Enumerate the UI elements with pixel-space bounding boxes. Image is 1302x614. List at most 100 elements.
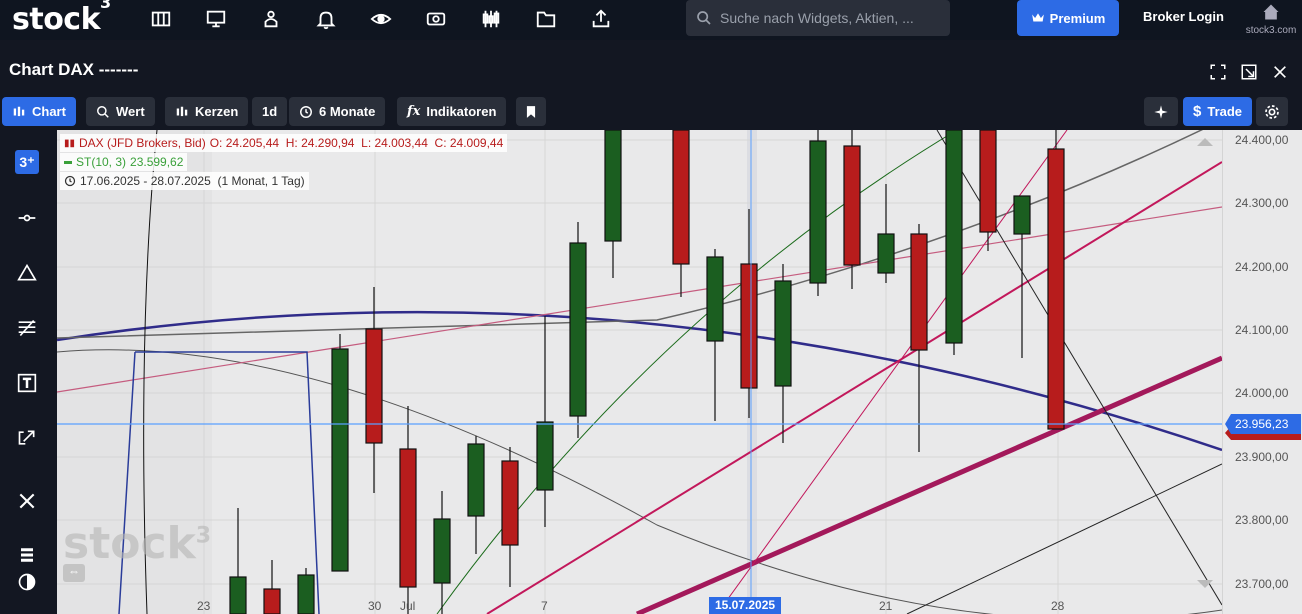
candlestick-icon[interactable] [476, 6, 506, 32]
gear-icon [1265, 104, 1279, 119]
candle-body [740, 263, 758, 389]
text-tool-icon[interactable] [14, 370, 40, 396]
premium-button[interactable]: Premium [1017, 0, 1119, 36]
candlestick-icon [176, 106, 188, 116]
x-tick-label: 21 [879, 599, 893, 613]
chart-toolbar: Chart Wert Kerzen 1d 6 Monate fx Indikat… [0, 97, 1302, 127]
x-tick-label: 28 [1051, 599, 1065, 613]
value-search-button[interactable]: Wert [86, 97, 155, 126]
range-button[interactable]: 6 Monate [289, 97, 386, 126]
stock3-watermark: stock3 [63, 518, 212, 569]
house-icon [1263, 4, 1279, 20]
pink-trendline [57, 206, 1222, 393]
current-price-label: 23.956,23 [1225, 414, 1301, 434]
tools-icon[interactable] [14, 488, 40, 514]
scroll-up-icon[interactable] [1197, 138, 1213, 146]
chart-type-button[interactable]: Kerzen [165, 97, 249, 126]
arrow-annotation-icon[interactable] [14, 425, 40, 451]
share-icon[interactable] [586, 6, 616, 32]
clock-icon [300, 105, 312, 118]
settings-button[interactable] [1256, 97, 1288, 126]
fib-lines-icon[interactable] [14, 315, 40, 341]
expand-arrows-icon[interactable]: ⇔ [63, 564, 85, 582]
user-profile-icon[interactable] [256, 6, 286, 32]
trade-label: Trade [1207, 104, 1243, 119]
candle-body [979, 130, 997, 233]
close-icon[interactable] [1270, 62, 1290, 82]
price-grid [57, 130, 1222, 614]
candle-body [774, 280, 792, 387]
crown-icon [1031, 13, 1044, 22]
candle-body [672, 130, 690, 265]
search-icon [697, 11, 711, 25]
candle-body [229, 576, 247, 614]
layout-columns-icon[interactable] [146, 6, 176, 32]
candle-body [365, 328, 383, 444]
price-tick-label: 24.100,00 [1235, 323, 1289, 337]
interval-label: 1d [262, 104, 278, 119]
stock3-tool-icon[interactable]: 3⁺ [15, 150, 39, 174]
clock-icon [64, 175, 76, 187]
brand-site-label: stock3.com [1245, 25, 1297, 36]
price-chart[interactable] [57, 130, 1222, 614]
search-icon [97, 105, 109, 118]
gray-arc-line [57, 349, 1222, 614]
legend-indicator-value: 23.599,62 [130, 155, 184, 169]
chart-canvas[interactable]: stock3 ⇔ ▮▮ DAX (JFD Brokers, Bid) O: 24… [57, 130, 1222, 614]
price-axis[interactable]: 24.400,00 24.300,00 24.200,00 24.100,00 … [1222, 130, 1302, 614]
triangle-icon[interactable] [14, 260, 40, 286]
horizontal-line-icon[interactable] [14, 205, 40, 231]
candle-body [536, 421, 554, 491]
range-label: 6 Monate [319, 104, 376, 119]
candle-body [706, 256, 724, 342]
trade-button[interactable]: $ Trade [1183, 97, 1253, 126]
bookmark-button[interactable] [516, 97, 546, 126]
logo-superscript: 3 [100, 0, 111, 12]
broker-login-link[interactable]: Broker Login [1143, 9, 1224, 24]
price-tick-label: 23.900,00 [1235, 450, 1289, 464]
eye-icon[interactable] [366, 6, 396, 32]
price-tick-label: 24.300,00 [1235, 196, 1289, 210]
drawing-tools-sidebar: 3⁺ [0, 130, 56, 614]
chart-title-bar: Chart DAX ------- [0, 52, 1302, 88]
function-icon: fx [407, 104, 421, 119]
x-tick-label: 7 [541, 599, 548, 613]
legend-period: 17.06.2025 - 28.07.2025 (1 Monat, 1 Tag) [80, 174, 305, 188]
popout-icon[interactable] [1239, 62, 1259, 82]
search-box[interactable] [686, 0, 950, 36]
x-tick-label: Jul [400, 599, 416, 613]
folder-icon[interactable] [531, 6, 561, 32]
candle-legend-icon: ▮▮ [64, 137, 76, 149]
chart-tab-label: Chart [32, 104, 66, 119]
candle-body [809, 140, 827, 284]
candle-body [1013, 195, 1031, 235]
price-tick-label: 23.700,00 [1235, 577, 1289, 591]
chart-tab-button[interactable]: Chart [2, 97, 76, 126]
monitor-icon[interactable] [201, 6, 231, 32]
black-line-right [906, 463, 1222, 614]
premium-label: Premium [1049, 10, 1106, 26]
money-icon[interactable] [421, 6, 451, 32]
candle-body [877, 233, 895, 274]
interval-button[interactable]: 1d [252, 97, 288, 126]
stock3-logo[interactable]: stock3 [12, 0, 111, 37]
logo-text: stock [12, 2, 101, 37]
legend-period-row: 17.06.2025 - 28.07.2025 (1 Monat, 1 Tag) [60, 172, 309, 190]
data-list-icon[interactable] [14, 542, 40, 568]
sparkle-icon [1154, 104, 1168, 119]
indicators-button[interactable]: fx Indikatoren [397, 97, 507, 126]
x-tick-label: 23 [197, 599, 211, 613]
chart-legend: ▮▮ DAX (JFD Brokers, Bid) O: 24.205,44 H… [60, 134, 508, 191]
bell-icon[interactable] [311, 6, 341, 32]
indicators-label: Indikatoren [426, 104, 497, 119]
magic-button[interactable] [1144, 97, 1178, 126]
candle-body [843, 145, 861, 266]
candlestick-icon [13, 106, 25, 116]
chart-type-label: Kerzen [195, 104, 239, 119]
candle-body [263, 588, 281, 614]
stock3-brand-badge[interactable]: stock3.com [1242, 2, 1300, 36]
contrast-icon[interactable] [14, 569, 40, 595]
fullscreen-icon[interactable] [1208, 62, 1228, 82]
search-input[interactable] [720, 10, 940, 26]
price-tick-label: 23.800,00 [1235, 513, 1289, 527]
